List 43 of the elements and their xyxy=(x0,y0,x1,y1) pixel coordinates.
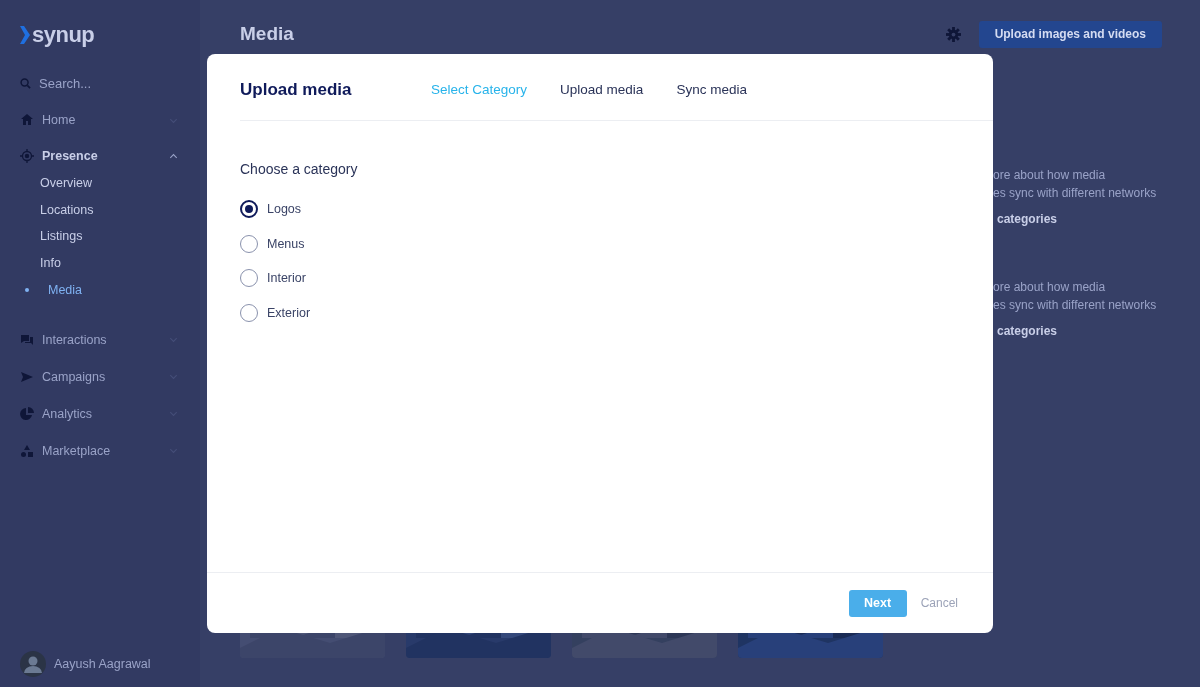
search-icon xyxy=(20,77,31,89)
info-text: ore about how media xyxy=(993,280,1107,294)
info-text: ore about how media xyxy=(993,168,1107,182)
nav-subitem[interactable]: Overview xyxy=(40,172,200,193)
upload-button[interactable]: Upload images and videos xyxy=(978,20,1162,48)
pie-chart-icon xyxy=(20,407,34,421)
active-dot xyxy=(25,288,29,292)
chevron-icon xyxy=(169,151,178,161)
nav-subitem[interactable]: Info xyxy=(40,253,200,274)
page-title: Media xyxy=(240,23,295,45)
nav-item[interactable]: Analytics xyxy=(20,404,200,424)
dialog-title: Upload media xyxy=(240,79,353,100)
step-tab[interactable]: Sync media xyxy=(676,82,747,97)
send-icon xyxy=(20,370,34,384)
shapes-icon xyxy=(20,444,34,458)
info-text: es sync with different networks xyxy=(993,186,1157,200)
radio-button[interactable] xyxy=(240,200,258,218)
home-icon xyxy=(20,113,34,127)
step-tab[interactable]: Upload media xyxy=(560,82,644,97)
categories-link[interactable]: categories xyxy=(997,324,1157,338)
categories-link[interactable]: categories xyxy=(997,212,1157,226)
nav-subitem[interactable]: Listings xyxy=(40,226,200,247)
search-field[interactable]: Search... xyxy=(39,75,159,91)
nav-item[interactable]: Marketplace xyxy=(20,441,200,461)
target-icon xyxy=(20,149,34,163)
nav-item[interactable]: Presence xyxy=(20,146,200,166)
nav-item[interactable]: Interactions xyxy=(20,330,200,350)
logo-text: synup xyxy=(32,22,95,48)
option-label: Menus xyxy=(267,236,305,251)
user-name: Aayush Aagrawal xyxy=(54,657,151,671)
nav-item[interactable]: Home xyxy=(20,110,200,130)
avatar xyxy=(20,651,46,677)
nav-item[interactable]: Campaigns xyxy=(20,367,200,387)
option-label: Logos xyxy=(267,202,302,216)
category-prompt: Choose a category xyxy=(240,161,359,177)
chat-icon xyxy=(20,333,34,347)
nav-subitem[interactable]: Media xyxy=(20,280,200,300)
nav-subitem[interactable]: Locations xyxy=(40,199,200,220)
option-label: Exterior xyxy=(267,305,311,320)
option-label: Interior xyxy=(267,271,306,285)
logo-icon xyxy=(20,26,30,44)
info-text: es sync with different networks xyxy=(993,298,1157,312)
settings-icon[interactable] xyxy=(945,26,961,42)
